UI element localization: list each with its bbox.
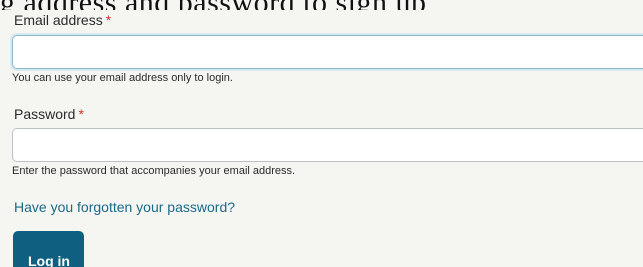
password-required-mark: * [78, 106, 84, 122]
password-field[interactable] [12, 128, 643, 162]
email-label-text: Email address [14, 12, 103, 28]
clipped-heading: g address and password to sign up [0, 0, 643, 10]
password-label: Password * [14, 106, 84, 122]
forgot-password-link[interactable]: Have you forgotten your password? [14, 199, 235, 215]
password-label-text: Password [14, 106, 76, 122]
email-field[interactable] [12, 35, 643, 69]
email-required-mark: * [105, 12, 112, 28]
email-help-text: You can use your email address only to l… [12, 72, 233, 84]
password-help-text: Enter the password that accompanies your… [12, 165, 296, 177]
login-page: g address and password to sign up Email … [0, 0, 643, 267]
log-in-button[interactable]: Log in [13, 231, 84, 267]
email-label: Email address * [14, 12, 111, 28]
